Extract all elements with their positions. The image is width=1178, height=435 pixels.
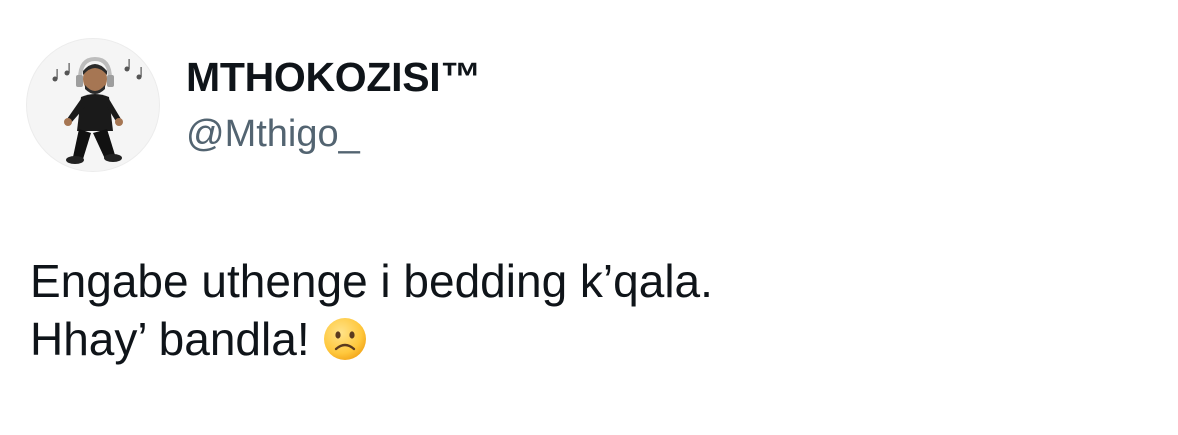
display-name[interactable]: MTHOKOZISI™ [186, 53, 481, 101]
user-names: MTHOKOZISI™ @Mthigo_ [186, 53, 481, 157]
frowning-face-icon [323, 318, 366, 360]
avatar[interactable] [26, 38, 160, 172]
tweet-text-line-1: Engabe uthenge i bedding k’qala. [30, 255, 713, 307]
tweet-header: MTHOKOZISI™ @Mthigo_ [26, 38, 481, 172]
tweet-text-line-2-wrapper: Hhay’ bandla! [30, 310, 713, 368]
tweet-text-line-2: Hhay’ bandla! [30, 313, 310, 365]
tweet-card: MTHOKOZISI™ @Mthigo_ Engabe uthenge i be… [0, 0, 1178, 435]
tweet-text: Engabe uthenge i bedding k’qala. Hhay’ b… [30, 252, 713, 368]
avatar-illustration-icon [52, 56, 142, 164]
user-handle[interactable]: @Mthigo_ [186, 111, 481, 157]
